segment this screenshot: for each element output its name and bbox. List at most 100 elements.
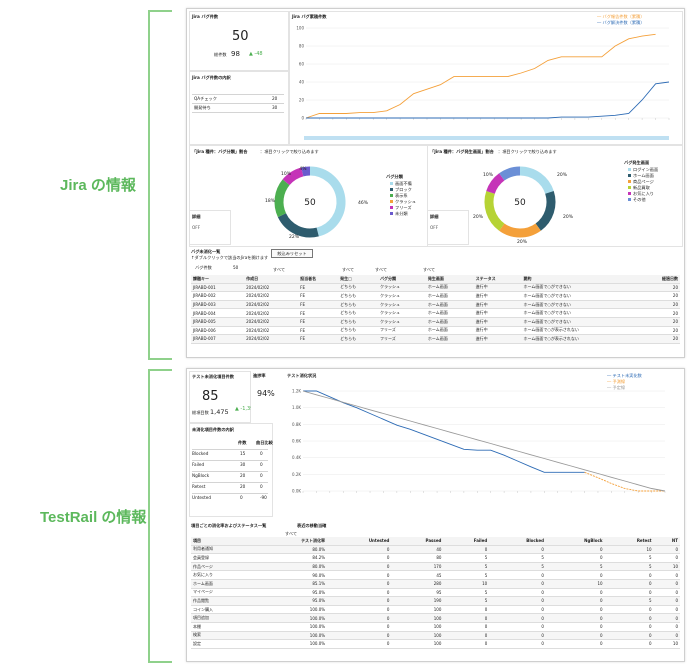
y-tick-label: 0.8K bbox=[292, 422, 301, 427]
column-header[interactable]: 経過日数 bbox=[640, 275, 680, 284]
donut-percent-label: 10% bbox=[281, 171, 292, 177]
table-row[interactable]: 作品閲覧 95.0% 0 190 5 0 0 5 0 bbox=[191, 596, 680, 606]
filter-all-3[interactable]: すべて bbox=[375, 267, 387, 273]
table-row[interactable]: マイページ 95.0% 0 95 5 0 0 0 0 bbox=[191, 588, 680, 598]
table-cell: どちらも bbox=[338, 283, 378, 293]
table-cell: 0 bbox=[604, 570, 654, 580]
cumulative-range-scrollbar[interactable] bbox=[304, 136, 669, 140]
table-row[interactable]: JIRABD-002 2024/02/02 FE どちらも クラッシュ ホーム画面 進行中ホ… bbox=[191, 291, 680, 301]
bug-count-title: Jira バグ件数 bbox=[192, 14, 219, 19]
jira-section-bracket bbox=[148, 10, 172, 360]
column-header[interactable]: 発生画面 bbox=[425, 275, 474, 284]
table-cell: 検索 bbox=[191, 631, 254, 641]
table-cell: 5 bbox=[604, 562, 654, 572]
table-cell: ホーム画面で○が表示されない bbox=[521, 334, 641, 344]
table-cell: 2024/02/02 bbox=[244, 283, 299, 293]
table-cell: 0 bbox=[653, 570, 680, 580]
donut-legend-item[interactable]: 未分類 bbox=[390, 211, 408, 217]
table-cell: 2024/02/02 bbox=[244, 317, 299, 327]
donut-percent-label: 20% bbox=[517, 239, 528, 245]
filter-all-4[interactable]: すべて bbox=[423, 267, 435, 273]
table-row[interactable]: ホーム画面 85.1% 0 280 10 0 10 0 0 bbox=[191, 579, 680, 589]
table-cell: 100.0% bbox=[253, 622, 328, 632]
table-cell: 170 bbox=[391, 562, 444, 572]
table-row[interactable]: 設定 100.0% 0 100 0 0 0 0 10 bbox=[191, 639, 680, 649]
table-cell: 0 bbox=[545, 631, 605, 641]
table-row[interactable]: JIRABD-001 2024/02/02 FE どちらも クラッシュ ホーム画面 進行中ホ… bbox=[191, 283, 680, 293]
table-row[interactable]: お気に入り 90.0% 0 45 5 0 0 0 0 bbox=[191, 570, 680, 580]
column-header[interactable]: Retest bbox=[604, 537, 654, 546]
column-header[interactable]: Failed bbox=[443, 537, 490, 546]
table-row[interactable]: 利用者通知 80.0% 0 40 0 0 0 10 0 bbox=[191, 545, 680, 555]
table-cell: どちらも bbox=[338, 308, 378, 318]
table-cell: 会員登録 bbox=[191, 553, 254, 563]
table-row[interactable]: 項目追加 100.0% 0 100 0 0 0 0 0 bbox=[191, 613, 680, 623]
filter2-value[interactable]: OFF bbox=[430, 225, 438, 230]
filter-all-1[interactable]: すべて bbox=[273, 267, 285, 273]
table-row[interactable]: JIRABD-006 2024/02/02 FE どちらも フリーズ ホーム画面 進行中 ホー… bbox=[191, 326, 680, 336]
donut-legend-item[interactable]: その他 bbox=[628, 197, 646, 203]
table-cell: 0 bbox=[489, 588, 546, 598]
table-row[interactable]: JIRABD-004 2024/02/02 FE どちらも クラッシュ ホーム画面 進行中ホ… bbox=[191, 308, 680, 318]
table-cell: どちらも bbox=[338, 317, 378, 327]
table-row[interactable]: 本棚 100.0% 0 100 0 0 0 0 0 bbox=[191, 622, 680, 632]
table-cell: どちらも bbox=[338, 326, 378, 336]
table-cell: 5 bbox=[443, 562, 490, 572]
column-header[interactable]: バグ分類 bbox=[378, 275, 426, 284]
table-cell: 0 bbox=[604, 631, 654, 641]
table-cell: ホーム画面 bbox=[425, 317, 474, 327]
table-row[interactable]: 検索 100.0% 0 100 0 0 0 0 0 bbox=[191, 631, 680, 641]
table-row[interactable]: JIRABD-005 2024/02/02 FE どちらも クラッシュ ホーム画面 進行中ホ… bbox=[191, 317, 680, 327]
column-header[interactable]: Passed bbox=[391, 537, 444, 546]
table-cell: 0 bbox=[489, 631, 546, 641]
table-cell: どちらも bbox=[338, 300, 378, 310]
table-cell: JIRABD-004 bbox=[191, 308, 245, 318]
table-cell: ホーム画面で○ができない bbox=[521, 308, 641, 318]
item-table-subtitle: 表近の移動当確 bbox=[297, 523, 327, 528]
table-cell: 0 bbox=[604, 613, 654, 623]
table-cell: 5 bbox=[443, 588, 490, 598]
donut-percent-label: 20% bbox=[473, 214, 484, 220]
column-header[interactable]: Blocked bbox=[489, 537, 546, 546]
column-header[interactable]: 課題キー bbox=[191, 275, 245, 284]
legend-swatch bbox=[390, 206, 393, 209]
table-cell: 0 bbox=[327, 545, 392, 555]
bug-list-subtitle: ↑ダブルクリックで該当のJiraを開けます bbox=[191, 255, 269, 260]
reset-filter-button[interactable]: 絞込みリセット bbox=[271, 249, 313, 258]
unexecuted-title: テスト未消化項目件数 bbox=[192, 374, 234, 379]
bug-cumulative-chart-card: Jira バグ累積件数 ― バグ報告件数（累積） ― バグ解決件数（累積） 02… bbox=[289, 11, 683, 145]
table-cell: 進行中 bbox=[473, 317, 522, 327]
column-header[interactable]: 担当者名 bbox=[298, 275, 339, 284]
column-header[interactable]: 作成日 bbox=[244, 275, 299, 284]
table-cell: 0 bbox=[327, 631, 392, 641]
table-cell: 2024/02/02 bbox=[244, 300, 299, 310]
filter1-value[interactable]: OFF bbox=[192, 225, 200, 230]
table-cell: FE bbox=[298, 291, 339, 301]
table-cell: 80.0% bbox=[253, 562, 328, 572]
table-row[interactable]: コイン購入 100.0% 0 100 0 0 0 0 0 bbox=[191, 605, 680, 615]
column-header[interactable]: NT bbox=[653, 537, 680, 546]
filter1-title: 詳細 bbox=[192, 214, 201, 219]
table-cell: ホーム画面 bbox=[425, 283, 474, 293]
status-breakdown-title: 未消化項目件数の内訳 bbox=[192, 427, 234, 432]
column-header[interactable]: 項目 bbox=[191, 537, 254, 546]
legend-label: お気に入り bbox=[633, 191, 654, 196]
column-header[interactable]: 発生□ bbox=[338, 275, 378, 284]
table-row[interactable]: JIRABD-007 2024/02/02 FE どちらも フリーズ ホーム画面 進行中 ホー… bbox=[191, 334, 680, 344]
column-header[interactable]: NgBlock bbox=[545, 537, 605, 546]
table-cell: どちらも bbox=[338, 334, 378, 344]
table-row[interactable]: 作品ページ 80.0% 0 170 5 5 5 5 10 bbox=[191, 562, 680, 572]
legend-swatch bbox=[628, 174, 631, 177]
column-header[interactable]: Untested bbox=[327, 537, 392, 546]
filter-all-2[interactable]: すべて bbox=[342, 267, 354, 273]
column-header[interactable]: テスト消化率 bbox=[253, 537, 328, 546]
table-row[interactable]: JIRABD-003 2024/02/02 FE どちらも クラッシュ ホーム画面 進行中ホ… bbox=[191, 300, 680, 310]
bug-breakdown-title: Jira バグ件数の内訳 bbox=[192, 75, 231, 80]
donut-percent-label: 46% bbox=[358, 200, 369, 206]
table-cell: 190 bbox=[391, 596, 444, 606]
y-tick-label: 100 bbox=[296, 26, 304, 31]
column-header[interactable]: ステータス bbox=[473, 275, 522, 284]
column-header[interactable]: 要約 bbox=[521, 275, 641, 284]
legend-swatch bbox=[628, 198, 631, 201]
table-row[interactable]: 会員登録 84.2% 0 80 5 5 0 5 0 bbox=[191, 553, 680, 563]
